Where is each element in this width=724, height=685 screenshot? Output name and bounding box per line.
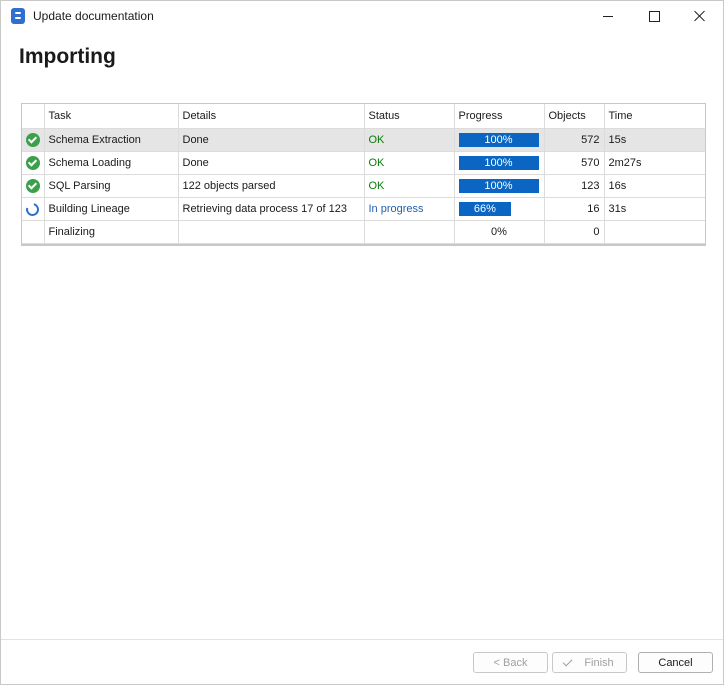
- table-row[interactable]: Building Lineage Retrieving data process …: [22, 197, 705, 221]
- column-header-task[interactable]: Task: [44, 104, 179, 129]
- finish-button-label: Finish: [584, 656, 614, 669]
- progress-bar: 100%: [458, 156, 539, 170]
- details-cell: Done: [178, 151, 365, 175]
- objects-cell: 572: [544, 128, 605, 152]
- progress-label: 100%: [484, 180, 513, 192]
- status-cell: [364, 220, 455, 244]
- objects-cell: 570: [544, 151, 605, 175]
- time-cell: 16s: [604, 174, 705, 198]
- check-circle-icon: [25, 133, 40, 147]
- progress-bar: 100%: [458, 179, 539, 193]
- table-row[interactable]: Schema Loading Done OK 100% 570 2m27s: [22, 151, 705, 175]
- status-cell: OK: [364, 151, 455, 175]
- progress-label: 100%: [484, 134, 513, 146]
- objects-cell: 0: [544, 220, 605, 244]
- status-cell: In progress: [364, 197, 455, 221]
- objects-cell: 123: [544, 174, 605, 198]
- status-cell: OK: [364, 174, 455, 198]
- database-icon: [11, 8, 25, 24]
- column-header-status[interactable]: Status: [364, 104, 455, 129]
- progress-cell: 100%: [454, 174, 545, 198]
- status-cell: OK: [364, 128, 455, 152]
- back-button[interactable]: < Back: [473, 652, 548, 673]
- column-header-objects[interactable]: Objects: [544, 104, 605, 129]
- task-cell: Finalizing: [44, 220, 179, 244]
- objects-cell: 16: [544, 197, 605, 221]
- details-cell: Retrieving data process 17 of 123: [178, 197, 365, 221]
- minimize-icon: [603, 15, 613, 17]
- task-cell: SQL Parsing: [44, 174, 179, 198]
- cancel-button[interactable]: Cancel: [638, 652, 713, 673]
- minimize-button[interactable]: [585, 1, 631, 31]
- column-header-time[interactable]: Time: [604, 104, 705, 129]
- column-header-progress[interactable]: Progress: [454, 104, 545, 129]
- time-cell: 31s: [604, 197, 705, 221]
- status-icon-cell: [22, 151, 45, 175]
- table-row[interactable]: Finalizing 0% 0: [22, 220, 705, 244]
- task-grid[interactable]: Task Details Status Progress Objects Tim…: [21, 103, 706, 246]
- grid-header: Task Details Status Progress Objects Tim…: [22, 104, 705, 129]
- back-button-label: < Back: [493, 656, 528, 669]
- checkmark-icon: [562, 656, 573, 666]
- task-cell: Schema Loading: [44, 151, 179, 175]
- close-button[interactable]: [677, 1, 723, 31]
- page-title: Importing: [19, 45, 116, 68]
- progress-label: 100%: [484, 157, 513, 169]
- status-icon-cell: [22, 197, 45, 221]
- column-header-icon[interactable]: [22, 104, 45, 129]
- table-row[interactable]: SQL Parsing 122 objects parsed OK 100% 123 16…: [22, 174, 705, 198]
- task-cell: Schema Extraction: [44, 128, 179, 152]
- details-cell: Done: [178, 128, 365, 152]
- maximize-button[interactable]: [631, 1, 677, 31]
- finish-button[interactable]: Finish: [552, 652, 627, 673]
- check-circle-icon: [25, 179, 40, 193]
- dialog-window: Update documentation Importing Task Deta…: [0, 0, 724, 685]
- time-cell: 2m27s: [604, 151, 705, 175]
- status-icon-cell: [22, 174, 45, 198]
- spinner-icon: [23, 200, 42, 218]
- task-cell: Building Lineage: [44, 197, 179, 221]
- table-row[interactable]: Schema Extraction Done OK 100% 572 15s: [22, 128, 705, 152]
- time-cell: 15s: [604, 128, 705, 152]
- details-cell: [178, 220, 365, 244]
- progress-cell: 0%: [454, 220, 545, 244]
- progress-cell: 100%: [454, 128, 545, 152]
- window-title: Update documentation: [33, 9, 154, 23]
- time-cell: [604, 220, 705, 244]
- progress-cell: 100%: [454, 151, 545, 175]
- progress-bar: 100%: [458, 133, 539, 147]
- details-cell: 122 objects parsed: [178, 174, 365, 198]
- check-circle-icon: [25, 156, 40, 170]
- progress-label: 66%: [473, 203, 496, 215]
- progress-cell: 66%: [454, 197, 545, 221]
- footer-divider: [1, 639, 723, 640]
- progress-label: 0%: [491, 226, 507, 238]
- title-bar[interactable]: Update documentation: [1, 1, 723, 31]
- status-icon-cell: [22, 128, 45, 152]
- progress-bar: 66%: [458, 202, 512, 216]
- maximize-icon: [648, 10, 660, 22]
- column-header-details[interactable]: Details: [178, 104, 365, 129]
- close-icon: [694, 10, 706, 22]
- cancel-button-label: Cancel: [658, 656, 693, 669]
- status-icon-cell: [22, 220, 45, 244]
